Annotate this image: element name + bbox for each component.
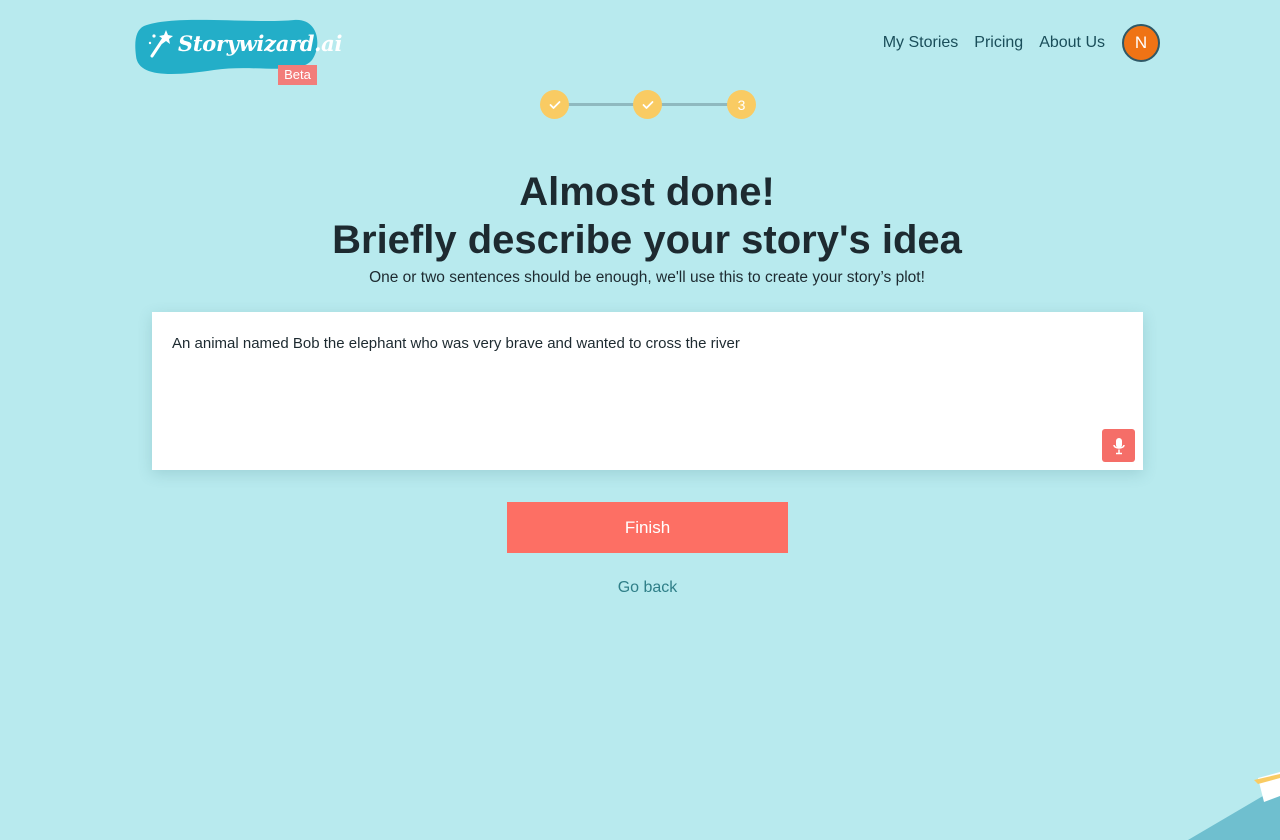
step-connector <box>564 103 634 106</box>
page-subtitle: One or two sentences should be enough, w… <box>369 269 925 286</box>
finish-button[interactable]: Finish <box>507 502 788 553</box>
user-avatar[interactable]: N <box>1122 24 1160 62</box>
top-nav: My Stories Pricing About Us N <box>883 22 1160 64</box>
beta-badge: Beta <box>278 65 317 85</box>
go-back-link[interactable]: Go back <box>507 579 788 597</box>
step-connector <box>658 103 728 106</box>
check-icon <box>642 100 653 109</box>
story-idea-input[interactable]: An animal named Bob the elephant who was… <box>152 312 1143 470</box>
brand-logo[interactable]: Storywizard.ai Beta <box>134 16 342 86</box>
page: Storywizard.ai Beta My Stories Pricing A… <box>0 0 1280 840</box>
step-1-completed <box>540 90 569 119</box>
progress-stepper: 3 <box>540 90 756 120</box>
page-title-line-2: Briefly describe your story's idea <box>332 218 962 262</box>
page-title-line-1: Almost done! <box>519 170 775 214</box>
step-2-completed <box>633 90 662 119</box>
nav-about-us[interactable]: About Us <box>1039 34 1105 52</box>
page-title: Almost done! Briefly describe your story… <box>0 168 1280 264</box>
story-idea-card: An animal named Bob the elephant who was… <box>152 312 1143 470</box>
nav-pricing[interactable]: Pricing <box>974 34 1023 52</box>
check-icon <box>549 100 560 109</box>
microphone-icon <box>1112 437 1125 454</box>
step-3-current: 3 <box>727 90 756 119</box>
voice-input-button[interactable] <box>1102 429 1135 462</box>
book-illustration <box>1188 772 1280 840</box>
brand-name: Storywizard.ai <box>178 31 343 56</box>
nav-my-stories[interactable]: My Stories <box>883 34 959 52</box>
